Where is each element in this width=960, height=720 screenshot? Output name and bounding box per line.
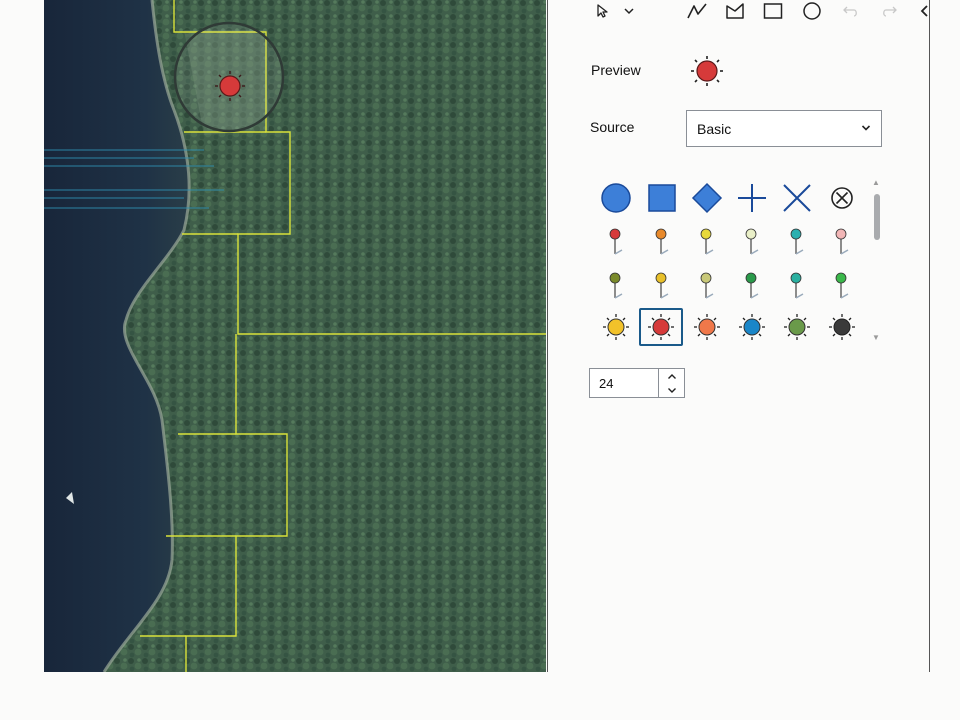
- drawing-toolbar: [580, 0, 940, 24]
- scroll-up-arrow-icon[interactable]: ▲: [872, 178, 880, 187]
- pin-teal-icon[interactable]: [775, 223, 819, 261]
- undo-icon[interactable]: [838, 0, 864, 22]
- pin-gold-icon[interactable]: [640, 267, 684, 305]
- stepper-buttons: [658, 369, 684, 397]
- preview-label: Preview: [591, 62, 641, 78]
- sun-red-icon[interactable]: [639, 308, 683, 346]
- redo-icon[interactable]: [876, 0, 902, 22]
- polygon-tool-icon[interactable]: [722, 0, 748, 22]
- map-edge: [547, 0, 548, 672]
- symbol-scrollbar[interactable]: ▲ ▼: [871, 178, 881, 343]
- satellite-map[interactable]: [44, 0, 546, 672]
- sun-blue-icon[interactable]: [730, 308, 774, 346]
- scroll-down-arrow-icon[interactable]: ▼: [872, 333, 880, 342]
- map-view[interactable]: [44, 0, 546, 672]
- sun-coral-icon[interactable]: [685, 308, 729, 346]
- source-dropdown[interactable]: Basic: [686, 110, 882, 147]
- x-symbol-icon[interactable]: [775, 179, 819, 217]
- panel-edge: [929, 0, 930, 672]
- sun-black-icon[interactable]: [820, 308, 864, 346]
- pin-khaki-icon[interactable]: [685, 267, 729, 305]
- pin-green-icon[interactable]: [730, 267, 774, 305]
- pin-pink-icon[interactable]: [820, 223, 864, 261]
- polyline-tool-icon[interactable]: [684, 0, 710, 22]
- pin-lime-icon[interactable]: [820, 267, 864, 305]
- source-value: Basic: [697, 120, 732, 137]
- chevron-down-icon[interactable]: [616, 0, 642, 22]
- size-input[interactable]: [590, 369, 658, 397]
- pin-red-icon[interactable]: [594, 223, 638, 261]
- source-label: Source: [590, 119, 635, 135]
- pin-orange-icon[interactable]: [640, 223, 684, 261]
- pin-aqua-icon[interactable]: [775, 267, 819, 305]
- stepper-down-icon[interactable]: [659, 383, 684, 397]
- select-tool-icon[interactable]: [590, 0, 616, 22]
- cross-symbol-icon[interactable]: [730, 179, 774, 217]
- preview-sun-icon: [688, 55, 726, 87]
- scroll-thumb[interactable]: [874, 194, 880, 240]
- square-symbol-icon[interactable]: [640, 179, 684, 217]
- x-circle-symbol-icon[interactable]: [820, 179, 864, 217]
- page: Preview Source Basic ▲ ▼ 24: [0, 0, 960, 720]
- chevron-down-icon: [861, 123, 871, 135]
- circle-tool-icon[interactable]: [799, 0, 825, 22]
- stepper-up-icon[interactable]: [659, 369, 684, 383]
- map-marker[interactable]: [215, 71, 245, 101]
- diamond-symbol-icon[interactable]: [685, 179, 729, 217]
- circle-symbol-icon[interactable]: [594, 179, 638, 217]
- size-stepper[interactable]: [589, 368, 685, 398]
- sun-green-icon[interactable]: [775, 308, 819, 346]
- symbol-gallery: [594, 176, 870, 346]
- rectangle-tool-icon[interactable]: [760, 0, 786, 22]
- pin-yellow-icon[interactable]: [685, 223, 729, 261]
- pin-white-icon[interactable]: [730, 223, 774, 261]
- sun-yellow-icon[interactable]: [594, 308, 638, 346]
- collapse-panel-icon[interactable]: [912, 0, 938, 22]
- pin-olive-icon[interactable]: [594, 267, 638, 305]
